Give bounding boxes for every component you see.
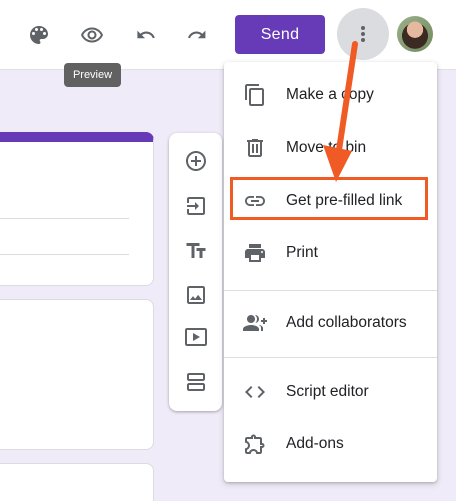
menu-item-label: Add-ons bbox=[286, 435, 344, 452]
collaborators-icon bbox=[243, 311, 267, 335]
palette-icon[interactable] bbox=[23, 19, 55, 51]
menu-item-move-to-bin[interactable]: Move to bin bbox=[224, 125, 437, 171]
puzzle-icon bbox=[243, 432, 267, 456]
menu-item-print[interactable]: Print bbox=[224, 230, 437, 276]
menu-item-add-ons[interactable]: Add-ons bbox=[224, 421, 437, 467]
copy-icon bbox=[243, 83, 267, 107]
add-image-icon[interactable] bbox=[182, 281, 210, 309]
print-icon bbox=[243, 241, 267, 265]
menu-item-label: Make a copy bbox=[286, 86, 374, 103]
add-question-icon[interactable] bbox=[182, 147, 210, 175]
more-options-button[interactable] bbox=[337, 8, 389, 60]
menu-item-label: Script editor bbox=[286, 383, 369, 400]
add-section-icon[interactable] bbox=[182, 368, 210, 396]
add-video-icon[interactable] bbox=[182, 323, 210, 351]
menu-item-label: Move to bin bbox=[286, 139, 367, 156]
top-header: Send bbox=[0, 0, 456, 70]
question-card[interactable] bbox=[0, 299, 154, 450]
menu-item-script-editor[interactable]: Script editor bbox=[224, 369, 437, 415]
add-title-icon[interactable] bbox=[182, 237, 210, 265]
send-button[interactable]: Send bbox=[235, 15, 325, 54]
more-options-menu: Make a copy Move to bin Get pre-filled l… bbox=[224, 62, 437, 482]
eye-icon[interactable] bbox=[76, 19, 108, 51]
menu-item-label: Print bbox=[286, 244, 318, 261]
avatar[interactable] bbox=[397, 16, 433, 52]
question-card[interactable] bbox=[0, 463, 154, 501]
form-title-card[interactable] bbox=[0, 132, 154, 286]
annotation-highlight-box bbox=[230, 177, 428, 220]
divider bbox=[0, 218, 129, 219]
question-toolbar bbox=[169, 133, 222, 411]
preview-tooltip: Preview bbox=[64, 63, 121, 87]
menu-item-label: Add collaborators bbox=[286, 314, 407, 331]
menu-divider bbox=[224, 290, 437, 291]
menu-divider bbox=[224, 357, 437, 358]
trash-icon bbox=[243, 136, 267, 160]
redo-icon[interactable] bbox=[181, 19, 213, 51]
divider bbox=[0, 254, 129, 255]
undo-icon[interactable] bbox=[130, 19, 162, 51]
menu-item-make-copy[interactable]: Make a copy bbox=[224, 72, 437, 118]
menu-item-add-collaborators[interactable]: Add collaborators bbox=[224, 300, 437, 346]
import-questions-icon[interactable] bbox=[182, 192, 210, 220]
code-icon bbox=[243, 380, 267, 404]
more-vert-icon bbox=[361, 26, 365, 42]
